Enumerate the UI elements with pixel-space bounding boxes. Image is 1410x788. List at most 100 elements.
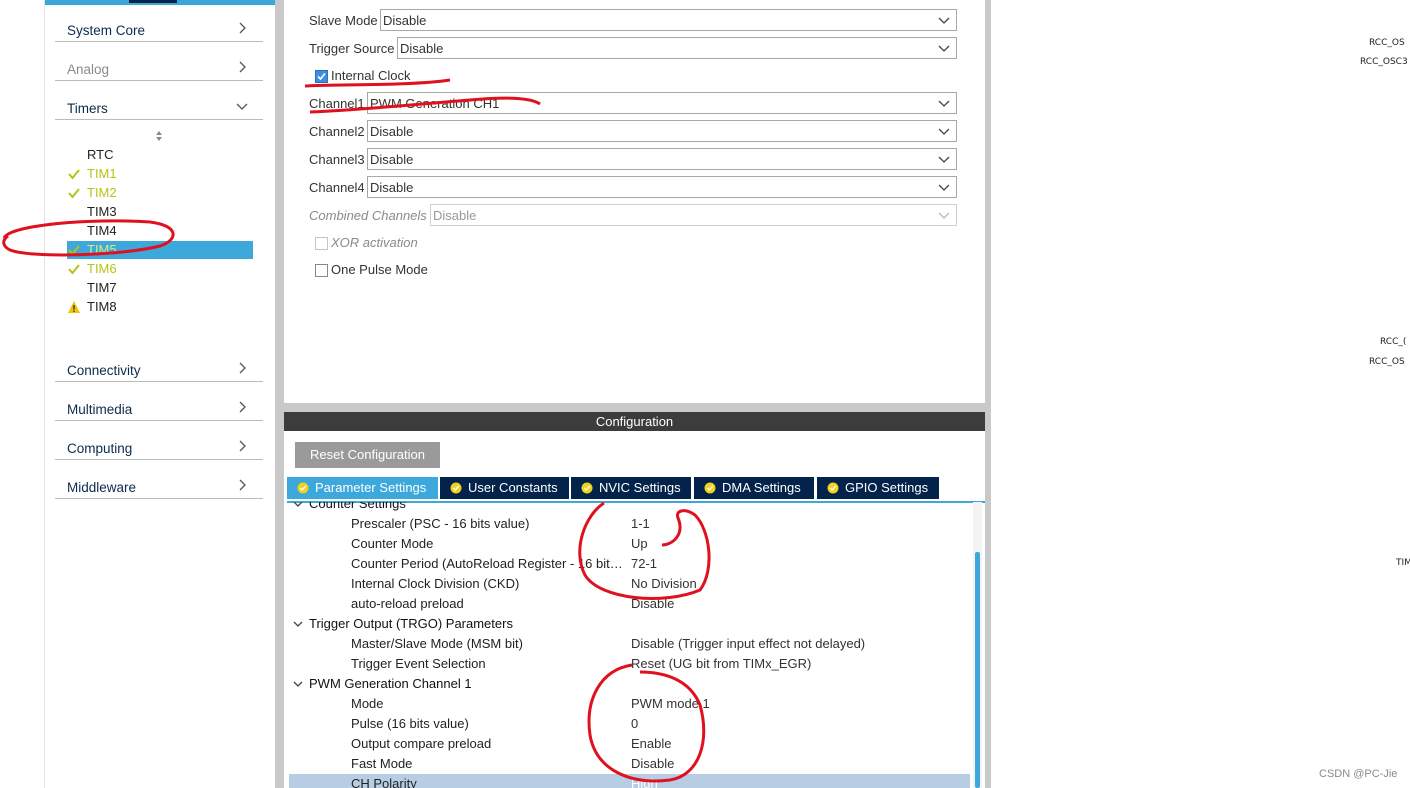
check-icon: [67, 167, 81, 181]
channel2-row: Channel2 Disable: [309, 120, 957, 142]
trigger-source-label: Trigger Source: [309, 41, 395, 56]
trigger-source-row: Trigger Source Disable: [309, 37, 957, 59]
category-analog[interactable]: Analog: [55, 56, 263, 81]
pin-label[interactable]: RCC_OS: [1369, 38, 1405, 48]
xor-activation-checkbox[interactable]: [315, 237, 328, 250]
channel4-label: Channel4: [309, 180, 365, 195]
pinout-canvas[interactable]: RCC_OS RCC_OSC3 RCC_( RCC_OS TIM: [991, 0, 1410, 788]
param-row-auto-reload[interactable]: auto-reload preload Disable: [289, 594, 970, 614]
timer-item-tim5[interactable]: TIM5: [67, 241, 253, 259]
category-multimedia[interactable]: Multimedia: [55, 396, 263, 421]
one-pulse-mode-row[interactable]: One Pulse Mode: [309, 260, 609, 282]
tab-nvic-settings[interactable]: NVIC Settings: [571, 477, 691, 499]
timer-item-tim2[interactable]: TIM2: [67, 184, 253, 202]
configuration-panel: Configuration Reset Configuration Parame…: [284, 412, 985, 788]
param-value[interactable]: 0: [631, 716, 638, 731]
slave-mode-select[interactable]: Disable: [380, 9, 957, 31]
chevron-down-icon: [938, 153, 950, 165]
chevron-down-icon: [292, 678, 304, 690]
param-row-pulse[interactable]: Pulse (16 bits value) 0: [289, 714, 970, 734]
timer-item-tim4[interactable]: TIM4: [67, 222, 253, 240]
param-row-prescaler[interactable]: Prescaler (PSC - 16 bits value) 1-1: [289, 514, 970, 534]
param-value[interactable]: Disable: [631, 756, 674, 771]
pin-label[interactable]: RCC_OS: [1369, 357, 1405, 367]
timer-item-tim7[interactable]: TIM7: [67, 279, 253, 297]
param-row-pwm-mode[interactable]: Mode PWM mode 1: [289, 694, 970, 714]
group-pwm-channel1[interactable]: PWM Generation Channel 1: [289, 674, 970, 694]
channel3-select[interactable]: Disable: [367, 148, 957, 170]
param-value[interactable]: Enable: [631, 736, 671, 751]
channel1-label: Channel1: [309, 96, 365, 111]
category-system-core[interactable]: System Core: [55, 17, 263, 42]
pin-label[interactable]: RCC_OSC3: [1360, 57, 1408, 67]
param-value[interactable]: Up: [631, 536, 648, 551]
timer-item-tim3[interactable]: TIM3: [67, 203, 253, 221]
param-row-msm[interactable]: Master/Slave Mode (MSM bit) Disable (Tri…: [289, 634, 970, 654]
channel4-value: Disable: [370, 180, 414, 195]
configuration-title: Configuration: [284, 412, 985, 431]
param-row-ch-polarity[interactable]: CH Polarity High: [289, 774, 970, 788]
timer-item-tim8[interactable]: TIM8: [67, 298, 253, 316]
tab-parameter-settings[interactable]: Parameter Settings: [287, 477, 438, 499]
group-counter-settings[interactable]: Counter Settings: [289, 502, 970, 514]
sort-icon[interactable]: [153, 129, 165, 143]
chevron-down-icon: [235, 99, 249, 113]
internal-clock-row[interactable]: Internal Clock: [309, 66, 609, 88]
pin-label[interactable]: RCC_(: [1380, 337, 1406, 347]
one-pulse-mode-checkbox[interactable]: [315, 264, 328, 277]
chevron-down-icon: [938, 14, 950, 26]
param-value[interactable]: 1-1: [631, 516, 650, 531]
chevron-right-icon: [235, 439, 249, 453]
param-row-trigger-event[interactable]: Trigger Event Selection Reset (UG bit fr…: [289, 654, 970, 674]
scrollbar-thumb[interactable]: [975, 552, 980, 788]
timer-item-tim6[interactable]: TIM6: [67, 260, 253, 278]
tab-dma-settings[interactable]: DMA Settings: [694, 477, 814, 499]
combined-channels-select[interactable]: Disable: [430, 204, 957, 226]
param-name: Counter Mode: [351, 536, 434, 551]
category-middleware[interactable]: Middleware: [55, 474, 263, 499]
param-name: Trigger Event Selection: [351, 656, 486, 671]
channel2-select[interactable]: Disable: [367, 120, 957, 142]
param-row-ckd[interactable]: Internal Clock Division (CKD) No Divisio…: [289, 574, 970, 594]
category-timers[interactable]: Timers: [55, 95, 263, 120]
param-row-output-compare[interactable]: Output compare preload Enable: [289, 734, 970, 754]
trigger-source-select[interactable]: Disable: [397, 37, 957, 59]
group-label: Trigger Output (TRGO) Parameters: [309, 616, 513, 631]
panel-divider[interactable]: [275, 0, 284, 788]
param-value[interactable]: High: [631, 776, 658, 788]
panel-splitter[interactable]: [284, 403, 985, 412]
tab-gpio-settings[interactable]: GPIO Settings: [817, 477, 939, 499]
category-label: Multimedia: [67, 402, 133, 417]
chevron-down-icon: [292, 618, 304, 630]
param-value[interactable]: PWM mode 1: [631, 696, 710, 711]
combined-channels-row: Combined Channels Disable: [309, 204, 957, 226]
param-name: Counter Period (AutoReload Register - 16…: [351, 556, 627, 571]
xor-activation-row[interactable]: XOR activation: [309, 233, 609, 255]
timer-label: TIM3: [87, 204, 117, 219]
param-row-fast-mode[interactable]: Fast Mode Disable: [289, 754, 970, 774]
param-row-counter-period[interactable]: Counter Period (AutoReload Register - 16…: [289, 554, 970, 574]
internal-clock-checkbox[interactable]: [315, 70, 328, 83]
category-computing[interactable]: Computing: [55, 435, 263, 460]
channel4-select[interactable]: Disable: [367, 176, 957, 198]
group-trgo-parameters[interactable]: Trigger Output (TRGO) Parameters: [289, 614, 970, 634]
timer-item-rtc[interactable]: RTC: [67, 146, 253, 164]
group-label: PWM Generation Channel 1: [309, 676, 472, 691]
mode-panel: Slave Mode Disable Trigger Source Disabl…: [284, 0, 985, 403]
param-value[interactable]: Reset (UG bit from TIMx_EGR): [631, 656, 811, 671]
category-connectivity[interactable]: Connectivity: [55, 357, 263, 382]
check-icon: [67, 243, 81, 257]
tab-user-constants[interactable]: User Constants: [440, 477, 569, 499]
param-value[interactable]: No Division: [631, 576, 697, 591]
param-row-counter-mode[interactable]: Counter Mode Up: [289, 534, 970, 554]
param-name: Pulse (16 bits value): [351, 716, 469, 731]
pin-label[interactable]: TIM: [1396, 558, 1410, 568]
category-label: Middleware: [67, 480, 137, 495]
timer-item-tim1[interactable]: TIM1: [67, 165, 253, 183]
param-value[interactable]: 72-1: [631, 556, 657, 571]
param-name: Output compare preload: [351, 736, 492, 751]
reset-configuration-button[interactable]: Reset Configuration: [295, 442, 440, 468]
param-value[interactable]: Disable (Trigger input effect not delaye…: [631, 636, 865, 651]
channel1-select[interactable]: PWM Generation CH1: [367, 92, 957, 114]
param-value[interactable]: Disable: [631, 596, 674, 611]
